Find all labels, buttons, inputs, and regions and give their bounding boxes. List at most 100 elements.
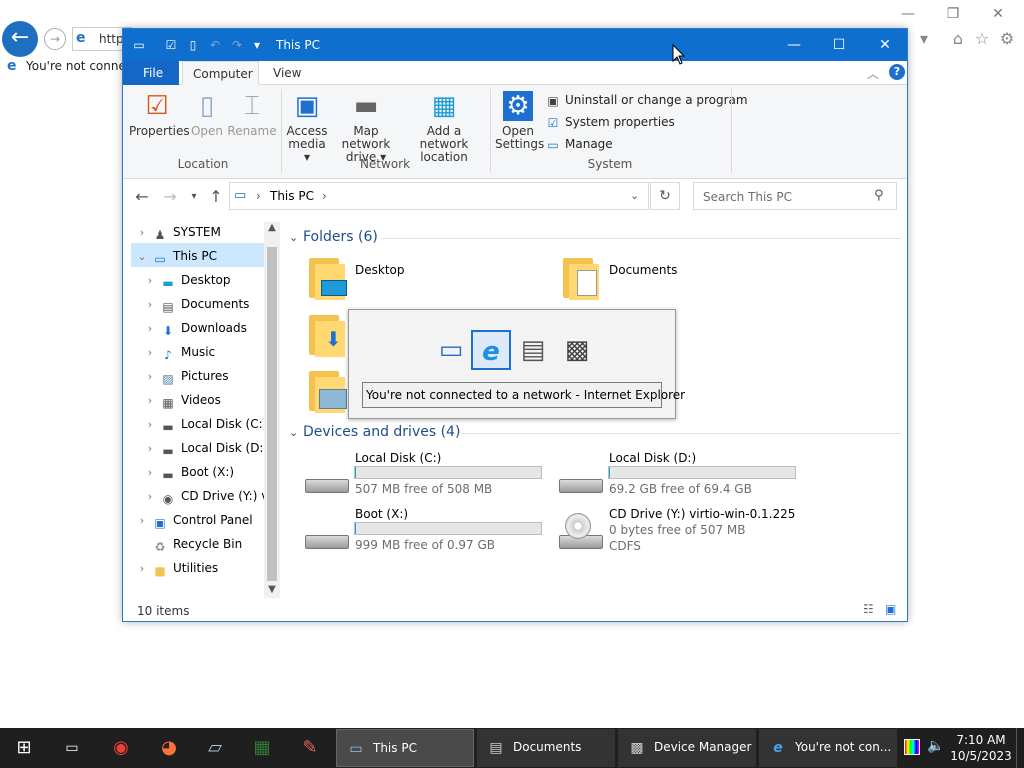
breadcrumb-this-pc[interactable]: This PC (270, 189, 314, 203)
drive-d-name[interactable]: Local Disk (D:) (609, 451, 696, 465)
restore-icon[interactable]: ❐ (943, 6, 963, 24)
manage-button[interactable]: ▭ Manage (545, 137, 612, 152)
back-icon[interactable]: ← (132, 187, 152, 207)
tab-computer[interactable]: Computer (182, 61, 259, 85)
chevron-right-icon[interactable]: › (143, 394, 157, 407)
folders-section-header[interactable]: ⌄ Folders (6) (289, 229, 378, 245)
chevron-right-icon[interactable]: › (143, 442, 157, 455)
back-arrow-icon[interactable]: ← (2, 21, 38, 57)
uninstall-program-button[interactable]: ▣ Uninstall or change a program (545, 93, 747, 108)
hard-drive-icon[interactable] (305, 469, 349, 499)
chevron-right-icon[interactable]: › (143, 418, 157, 431)
open-button[interactable]: ▯ Open (187, 91, 227, 138)
redo-icon[interactable]: ↷ (229, 37, 245, 53)
minimize-icon[interactable]: — (898, 6, 918, 24)
chevron-right-icon[interactable]: › (143, 346, 157, 359)
scroll-down-icon[interactable]: ▼ (265, 584, 279, 598)
home-icon[interactable]: ⌂ (948, 29, 968, 49)
drive-y-name[interactable]: CD Drive (Y:) virtio-win-0.1.225 (609, 507, 795, 521)
add-network-location-button[interactable]: ▦ Add a network location (403, 91, 485, 164)
close-icon[interactable]: ✕ (988, 6, 1008, 24)
rename-button[interactable]: ⌶ Rename (227, 91, 277, 138)
close-button[interactable]: ✕ (862, 29, 908, 61)
chevron-right-icon[interactable]: › (143, 274, 157, 287)
scrollbar-thumb[interactable] (267, 247, 277, 581)
tree-item-boot-x[interactable]: › ▬ Boot (X:) (131, 459, 279, 483)
recent-locations-icon[interactable]: ▾ (184, 187, 204, 207)
system-properties-button[interactable]: ☑ System properties (545, 115, 675, 130)
taskbar-app-this-pc[interactable]: ▭ This PC (336, 729, 474, 767)
internet-explorer-icon[interactable]: e (471, 330, 511, 370)
undo-icon[interactable]: ↶ (207, 37, 223, 53)
maximize-button[interactable]: ☐ (816, 29, 862, 61)
forward-icon[interactable]: → (160, 187, 180, 207)
breadcrumb-chevron-icon[interactable]: › (256, 189, 261, 203)
tree-item-control-panel[interactable]: › ▣ Control Panel (131, 507, 279, 531)
ie-tab[interactable]: You're not connec (4, 57, 124, 77)
devices-section-header[interactable]: ⌄ Devices and drives (4) (289, 424, 460, 440)
cd-drive-icon[interactable] (559, 513, 603, 549)
notepad-icon[interactable]: ▱ (195, 732, 235, 764)
tree-item-this-pc[interactable]: ⌄ ▭ This PC (131, 243, 279, 267)
details-view-icon[interactable]: ☷ (863, 602, 874, 616)
tree-item-desktop[interactable]: › ▬ Desktop (131, 267, 279, 291)
folder-documents-label[interactable]: Documents (609, 263, 677, 277)
chevron-right-icon[interactable]: › (143, 370, 157, 383)
this-pc-icon[interactable]: ▭ (431, 330, 471, 370)
tree-item-videos[interactable]: › ▦ Videos (131, 387, 279, 411)
folder-documents-icon[interactable] (563, 258, 603, 300)
spreadsheet-icon[interactable]: ▦ (242, 732, 282, 764)
chevron-right-icon[interactable]: › (143, 322, 157, 335)
tab-view[interactable]: View (263, 61, 311, 85)
access-media-button[interactable]: ▣ Access media ▾ (285, 91, 329, 164)
tree-item-pictures[interactable]: › ▨ Pictures (131, 363, 279, 387)
dropdown-icon[interactable]: ▾ (914, 29, 934, 49)
folder-desktop-icon[interactable] (309, 258, 349, 300)
new-folder-icon[interactable]: ▯ (185, 37, 201, 53)
chevron-right-icon[interactable]: › (135, 514, 149, 527)
chevron-down-icon[interactable]: ⌄ (289, 231, 303, 244)
map-network-drive-button[interactable]: ▬ Map network drive ▾ (329, 91, 403, 164)
start-icon[interactable]: ⊞ (4, 732, 44, 764)
firefox-icon[interactable]: ◕ (149, 732, 189, 764)
speaker-muted-icon[interactable]: 🔈 (927, 738, 944, 754)
search-icon[interactable]: ⚲ (874, 188, 884, 203)
terminal-icon[interactable]: ▭ (52, 732, 92, 764)
tree-item-utilities[interactable]: › ■ Utilities (131, 555, 279, 579)
tree-item-local-disk-c[interactable]: › ▬ Local Disk (C:) (131, 411, 279, 435)
large-icons-view-icon[interactable]: ▣ (885, 602, 896, 616)
scroll-up-icon[interactable]: ▲ (265, 222, 279, 236)
tree-item-system[interactable]: › ♟ SYSTEM (131, 219, 279, 243)
up-arrow-icon[interactable]: ↑ (206, 187, 226, 207)
tree-item-downloads[interactable]: › ⬇ Downloads (131, 315, 279, 339)
folder-downloads-icon[interactable]: ⬇ (309, 315, 349, 357)
tab-file[interactable]: File (123, 61, 179, 85)
hard-drive-icon[interactable] (559, 469, 603, 499)
taskbar-app-internet-explorer[interactable]: e You're not con... (759, 729, 897, 767)
customize-toolbar-icon[interactable]: ▾ (249, 37, 265, 53)
tree-item-music[interactable]: › ♪ Music (131, 339, 279, 363)
open-settings-button[interactable]: ⚙ Open Settings (495, 91, 544, 151)
taskbar-app-device-manager[interactable]: ▩ Device Manager (618, 729, 756, 767)
tree-item-recycle-bin[interactable]: ♻ Recycle Bin (131, 531, 279, 555)
show-desktop-button[interactable] (1016, 728, 1024, 768)
collapse-ribbon-icon[interactable]: ︿ (867, 65, 879, 82)
chevron-right-icon[interactable]: › (143, 466, 157, 479)
favorites-star-icon[interactable]: ☆ (972, 29, 992, 49)
address-dropdown-icon[interactable]: ⌄ (630, 189, 639, 202)
hard-drive-icon[interactable] (305, 525, 349, 555)
tree-item-cd-drive-y[interactable]: › ◉ CD Drive (Y:) vi (131, 483, 279, 507)
minimize-button[interactable]: — (771, 29, 817, 61)
chrome-icon[interactable]: ◉ (101, 732, 141, 764)
chevron-right-icon[interactable]: › (135, 226, 149, 239)
chevron-right-icon[interactable]: › (143, 490, 157, 503)
forward-arrow-icon[interactable]: → (44, 28, 66, 50)
folder-pictures-icon[interactable] (309, 371, 349, 413)
help-icon[interactable]: ? (889, 64, 905, 80)
folder-desktop-label[interactable]: Desktop (355, 263, 405, 277)
properties-button[interactable]: ☑ Properties (129, 91, 190, 138)
title-bar[interactable]: ▭ ☑ ▯ ↶ ↷ ▾ This PC — ☐ ✕ (123, 29, 907, 61)
address-bar[interactable]: ▭ › This PC › ⌄ (229, 182, 649, 210)
drive-x-name[interactable]: Boot (X:) (355, 507, 408, 521)
device-manager-icon[interactable]: ▩ (557, 330, 597, 370)
